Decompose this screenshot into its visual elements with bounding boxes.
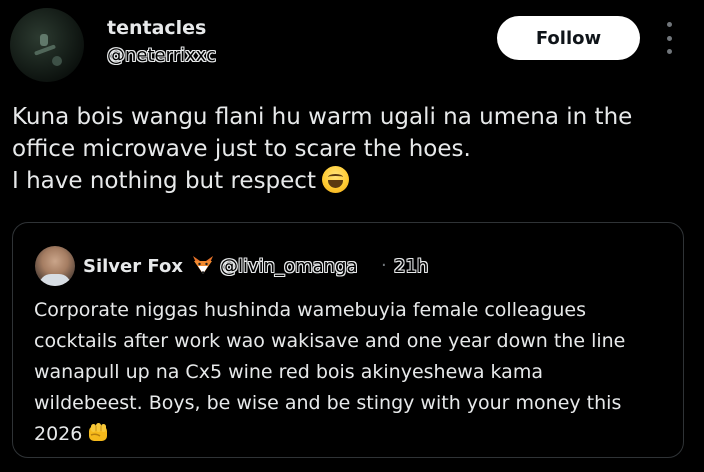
- author-avatar[interactable]: [10, 8, 84, 82]
- quoted-text-line: 2026: [34, 423, 83, 445]
- quoted-text-line: Corporate niggas hushinda wamebuyia fema…: [34, 299, 587, 321]
- oncoming-fist-emoji-icon: [89, 423, 108, 441]
- quoted-text-line: wanapull up na Cx5 wine red bois akinyes…: [34, 361, 543, 383]
- author-display-name[interactable]: tentacles: [107, 17, 206, 39]
- quoted-text-line: wildebeest. Boys, be wise and be stingy …: [34, 392, 622, 414]
- quoted-tweet[interactable]: Silver Fox @livin_omanga · 21h Corporate…: [12, 222, 684, 458]
- tweet-text-line: Kuna bois wangu flani hu warm ugali na u…: [12, 104, 633, 130]
- quoted-author-name[interactable]: Silver Fox: [83, 256, 183, 277]
- tweet-text: Kuna bois wangu flani hu warm ugali na u…: [12, 101, 692, 197]
- quoted-author-avatar[interactable]: [35, 246, 75, 286]
- separator-dot: ·: [381, 255, 387, 276]
- more-options-icon[interactable]: [661, 22, 677, 54]
- avatar-figure: [40, 34, 48, 46]
- quoted-text-line-last: 2026: [34, 419, 674, 450]
- laughing-tears-emoji-icon: [321, 166, 349, 193]
- tweet-text-line: I have nothing but respect: [12, 168, 316, 194]
- avatar-figure: [33, 44, 57, 56]
- more-dot: [666, 49, 672, 54]
- tweet-text-line-last: I have nothing but respect: [12, 165, 692, 197]
- more-dot: [666, 35, 672, 41]
- author-handle[interactable]: @neterrixxc: [107, 45, 216, 66]
- quoted-author-handle[interactable]: @livin_omanga: [220, 256, 358, 277]
- fox-face-emoji-icon: [193, 256, 213, 274]
- more-dot: [666, 22, 672, 27]
- tweet-card: tentacles @neterrixxc Follow Kuna bois w…: [0, 0, 704, 472]
- avatar-figure: [52, 56, 62, 66]
- tweet-text-line: office microwave just to scare the hoes.: [12, 136, 471, 162]
- quoted-tweet-text: Corporate niggas hushinda wamebuyia fema…: [34, 295, 674, 450]
- avatar-shirt: [39, 274, 71, 286]
- quoted-timestamp[interactable]: 21h: [394, 256, 428, 277]
- follow-button[interactable]: Follow: [497, 16, 640, 60]
- quoted-text-line: cocktails after work wao wakisave and on…: [34, 330, 626, 352]
